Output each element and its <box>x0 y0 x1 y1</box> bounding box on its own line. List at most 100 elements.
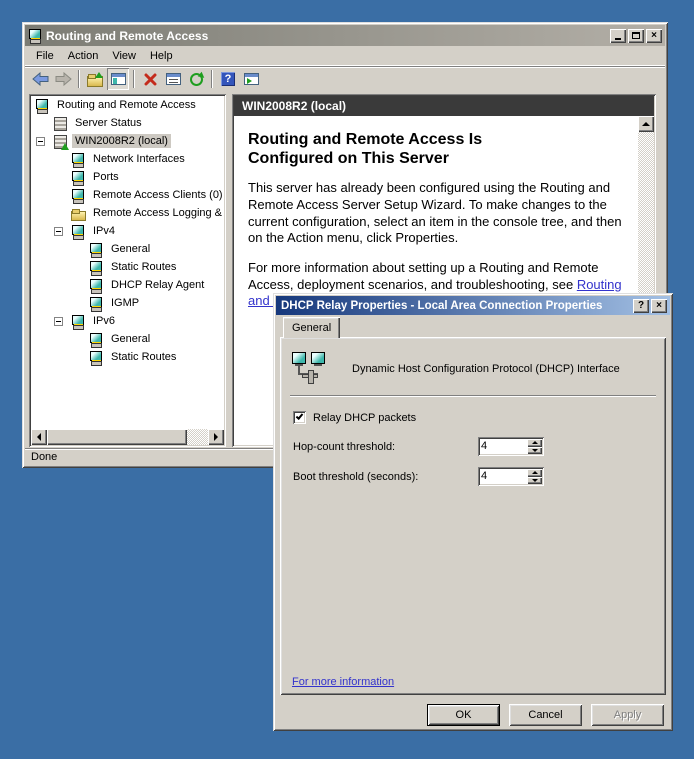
separator <box>290 395 656 397</box>
boot-threshold-input[interactable] <box>481 469 523 483</box>
properties-icon <box>165 73 181 85</box>
scrollbar-thumb[interactable] <box>47 429 187 445</box>
dhcp-relay-icon <box>292 352 334 386</box>
tree-item-igmp[interactable]: IGMP <box>31 294 224 312</box>
dialog-titlebar[interactable]: DHCP Relay Properties - Local Area Conne… <box>276 296 670 315</box>
boot-threshold-decrement-button[interactable] <box>527 476 542 484</box>
menu-action[interactable]: Action <box>61 48 106 64</box>
computer-icon <box>70 188 86 204</box>
tree-item-ipv6-static-routes[interactable]: Static Routes <box>31 348 224 366</box>
up-one-level-icon <box>87 71 103 87</box>
server-green-icon <box>52 134 69 150</box>
menu-file[interactable]: File <box>29 48 61 64</box>
help-button[interactable]: ? <box>217 68 239 90</box>
tree-item-ipv4[interactable]: IPv4 <box>31 222 224 240</box>
boot-threshold-label: Boot threshold (seconds): <box>293 470 419 483</box>
computer-icon <box>70 224 86 240</box>
collapse-toggle[interactable] <box>34 132 52 150</box>
help-icon: ? <box>221 72 235 86</box>
back-arrow-icon <box>31 72 48 86</box>
properties-button[interactable] <box>162 68 184 90</box>
new-window-icon <box>243 73 259 85</box>
result-paragraph-1: This server has already been configured … <box>248 180 622 246</box>
computer-icon <box>88 278 104 294</box>
tab-general[interactable]: General <box>283 317 341 338</box>
dialog-close-button[interactable]: × <box>651 298 667 313</box>
delete-icon <box>144 73 156 85</box>
scroll-right-button[interactable] <box>208 429 224 445</box>
tree-item-ipv4-general[interactable]: General <box>31 240 224 258</box>
delete-button[interactable] <box>139 68 161 90</box>
more-information-link[interactable]: For more information <box>292 676 394 688</box>
refresh-icon <box>189 72 203 86</box>
dialog-title: DHCP Relay Properties - Local Area Conne… <box>281 299 603 312</box>
hop-count-input[interactable] <box>481 439 523 453</box>
maximize-icon <box>632 32 640 39</box>
dhcp-relay-properties-dialog: DHCP Relay Properties - Local Area Conne… <box>273 293 673 731</box>
hop-count-decrement-button[interactable] <box>527 446 542 454</box>
tree-item-dhcp-relay-agent[interactable]: DHCP Relay Agent <box>31 276 224 294</box>
servers-icon <box>52 116 68 131</box>
tree-item-ipv6-general[interactable]: General <box>31 330 224 348</box>
cancel-button[interactable]: Cancel <box>509 704 582 726</box>
window-title: Routing and Remote Access <box>46 28 209 43</box>
hop-count-increment-button[interactable] <box>527 439 542 447</box>
general-tab-page: Dynamic Host Configuration Protocol (DHC… <box>280 337 666 695</box>
result-pane-title: WIN2008R2 (local) <box>242 99 347 113</box>
forward-arrow-icon <box>55 72 72 86</box>
tree-item-network-interfaces[interactable]: Network Interfaces <box>31 150 224 168</box>
spin-up-icon <box>531 471 538 475</box>
refresh-button[interactable] <box>185 68 207 90</box>
scroll-up-button[interactable] <box>638 116 654 132</box>
question-mark-icon: ? <box>637 299 645 311</box>
boot-threshold-spinner <box>478 467 544 486</box>
relay-dhcp-packets-label: Relay DHCP packets <box>313 411 417 424</box>
close-button[interactable]: × <box>646 28 662 43</box>
maximize-button[interactable] <box>628 28 644 43</box>
scroll-left-button[interactable] <box>31 429 47 445</box>
tree-item-ipv4-static-routes[interactable]: Static Routes <box>31 258 224 276</box>
menu-help[interactable]: Help <box>143 48 180 64</box>
tree-horizontal-scrollbar[interactable] <box>31 429 224 445</box>
status-text: Done <box>31 450 58 463</box>
spin-down-icon <box>531 448 538 452</box>
computer-icon <box>88 260 104 276</box>
menu-view[interactable]: View <box>105 48 143 64</box>
relay-dhcp-packets-checkbox[interactable] <box>293 411 306 424</box>
context-help-button[interactable]: ? <box>633 298 649 313</box>
back-button[interactable] <box>29 68 51 90</box>
show-console-tree-icon <box>110 73 126 85</box>
toolbar-separator <box>211 70 213 88</box>
minimize-button[interactable] <box>610 28 626 43</box>
tree-item-ports[interactable]: Ports <box>31 168 224 186</box>
dialog-button-row: OK Cancel Apply <box>427 704 664 726</box>
result-pane-header: WIN2008R2 (local) <box>234 96 654 116</box>
tree-item-remote-access-clients[interactable]: Remote Access Clients (0) <box>31 186 224 204</box>
toolbar-separator <box>78 70 80 88</box>
console-tree-pane: Routing and Remote Access Server Status … <box>29 94 226 447</box>
computer-icon <box>70 170 86 186</box>
collapse-toggle[interactable] <box>52 312 70 330</box>
app-icon <box>28 29 42 44</box>
forward-button[interactable] <box>52 68 74 90</box>
tree-item-ipv6[interactable]: IPv6 <box>31 312 224 330</box>
boot-threshold-increment-button[interactable] <box>527 469 542 477</box>
collapse-toggle[interactable] <box>52 222 70 240</box>
minus-box-icon <box>54 316 63 326</box>
scroll-right-icon <box>214 433 218 441</box>
tree-item-win2008r2[interactable]: WIN2008R2 (local) <box>31 132 224 150</box>
up-one-level-button[interactable] <box>84 68 106 90</box>
tree-item-remote-access-logging[interactable]: Remote Access Logging & P <box>31 204 224 222</box>
minimize-icon <box>615 38 621 40</box>
scroll-left-icon <box>37 433 41 441</box>
relay-dhcp-packets-row: Relay DHCP packets <box>293 411 416 424</box>
scrollbar-track[interactable] <box>187 429 208 445</box>
tree-item-routing-and-remote-access[interactable]: Routing and Remote Access <box>31 96 224 114</box>
ok-button[interactable]: OK <box>427 704 500 726</box>
apply-button[interactable]: Apply <box>591 704 664 726</box>
new-window-button[interactable] <box>240 68 262 90</box>
minus-box-icon <box>36 136 45 146</box>
show-console-tree-button[interactable] <box>107 68 129 90</box>
mmc-titlebar[interactable]: Routing and Remote Access × <box>25 25 665 46</box>
tree-item-server-status[interactable]: Server Status <box>31 114 224 132</box>
